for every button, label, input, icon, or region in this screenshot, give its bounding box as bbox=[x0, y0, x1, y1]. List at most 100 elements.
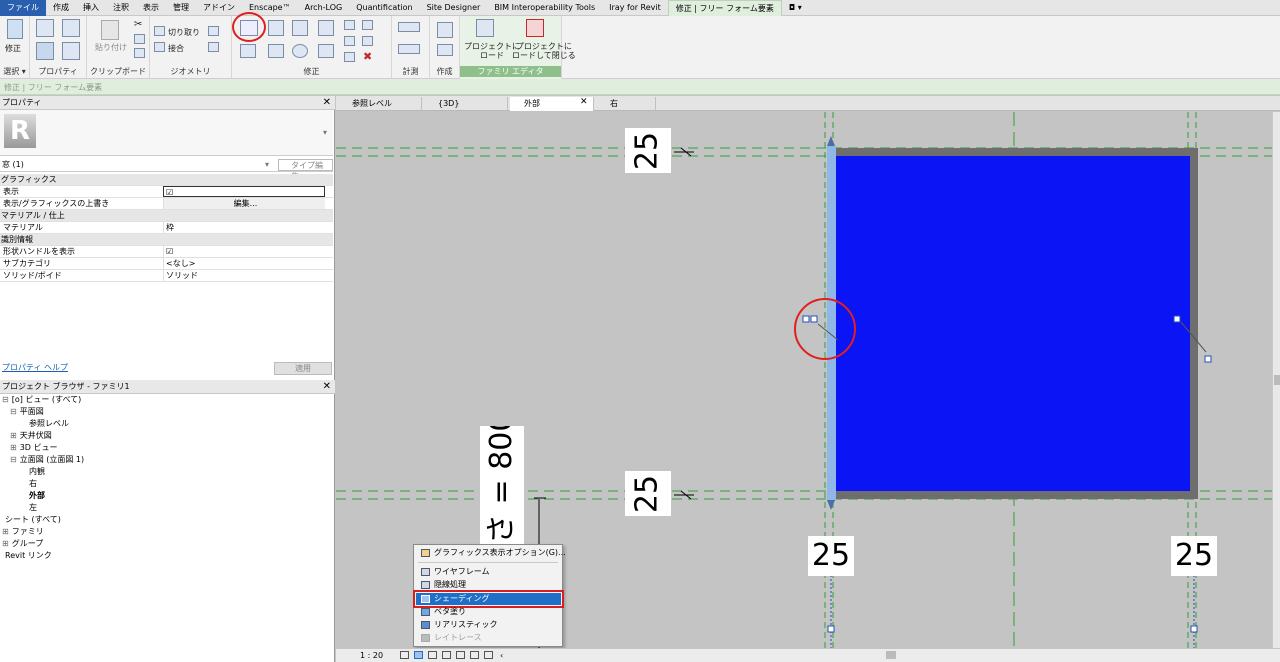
tree-toggle-icon[interactable]: ⊞ bbox=[10, 431, 17, 440]
tree-toggle-icon[interactable]: ⊟ bbox=[10, 455, 17, 464]
tab-insert[interactable]: 挿入 bbox=[76, 0, 106, 16]
tab-iray[interactable]: Iray for Revit bbox=[602, 0, 668, 16]
create-group-icon[interactable] bbox=[437, 44, 453, 56]
paste-icon[interactable] bbox=[101, 20, 119, 40]
subcategory-value[interactable]: <なし> bbox=[163, 258, 325, 269]
dimension-bottom-b[interactable]: 25 bbox=[1171, 536, 1217, 576]
dimension-mid-left[interactable]: 25 bbox=[625, 471, 671, 516]
load-into-project-icon[interactable] bbox=[476, 19, 494, 37]
scale-icon[interactable] bbox=[362, 36, 373, 46]
tab-manage[interactable]: 管理 bbox=[166, 0, 196, 16]
shadows-icon[interactable] bbox=[442, 651, 451, 659]
tab-view-right[interactable]: 右 bbox=[596, 97, 656, 111]
split-icon[interactable] bbox=[344, 20, 355, 30]
array-icon[interactable] bbox=[344, 36, 355, 46]
apply-button[interactable]: 適用 bbox=[274, 362, 332, 375]
dimension-height[interactable]: さ = 800 bbox=[480, 426, 524, 550]
family-category-icon[interactable] bbox=[62, 19, 80, 37]
browser-item[interactable]: ⊟ 平面図 bbox=[10, 406, 44, 418]
types-icon[interactable] bbox=[62, 42, 80, 60]
cut-icon[interactable]: ✂ bbox=[134, 19, 142, 30]
sun-path-icon[interactable] bbox=[428, 651, 437, 659]
horizontal-scroll-thumb[interactable] bbox=[886, 651, 896, 659]
paint-icon[interactable] bbox=[208, 42, 219, 52]
modify-arrow-icon[interactable] bbox=[7, 19, 23, 39]
dimension-icon[interactable] bbox=[398, 44, 420, 54]
browser-item[interactable]: ⊟ [o] ビュー (すべて) bbox=[2, 394, 81, 406]
instance-filter[interactable]: 窓 (1) ▾ タイプ編集 bbox=[0, 158, 333, 181]
visible-checkbox[interactable]: ☑ bbox=[163, 186, 325, 197]
tab-addins[interactable]: アドイン bbox=[196, 0, 242, 16]
detail-level-icon[interactable] bbox=[400, 651, 409, 659]
chevron-left-icon[interactable]: ‹ bbox=[500, 649, 503, 662]
visual-style-icon[interactable] bbox=[414, 651, 423, 659]
copy-element-icon[interactable] bbox=[268, 44, 284, 58]
handles-checkbox[interactable]: ☑ bbox=[163, 246, 325, 257]
lock-icon[interactable] bbox=[810, 315, 818, 323]
dimension-top-left[interactable]: 25 bbox=[625, 128, 671, 173]
rotate-icon[interactable] bbox=[292, 44, 308, 58]
cut-geometry-label[interactable]: 切り取り bbox=[168, 27, 200, 38]
tree-toggle-icon[interactable]: ⊞ bbox=[2, 527, 9, 536]
tree-toggle-icon[interactable]: ⊟ bbox=[2, 395, 9, 404]
lock-icon[interactable] bbox=[802, 315, 810, 323]
properties-help-link[interactable]: プロパティ ヘルプ bbox=[2, 362, 68, 373]
copy-icon[interactable] bbox=[134, 34, 145, 44]
mirror-draw-icon[interactable] bbox=[318, 20, 334, 36]
edit-override-button[interactable]: 編集... bbox=[163, 198, 325, 209]
load-and-close-label[interactable]: プロジェクトに ロードして閉じる bbox=[512, 42, 576, 60]
browser-item[interactable]: ⊞ 天井伏図 bbox=[10, 430, 52, 442]
create-similar-icon[interactable] bbox=[437, 22, 453, 38]
browser-item[interactable]: ⊟ 立面図 (立面図 1) bbox=[10, 454, 84, 466]
browser-item[interactable]: ⊞ 3D ビュー bbox=[10, 442, 58, 454]
browser-item[interactable]: Revit リンク bbox=[2, 550, 52, 562]
browser-item[interactable]: シート (すべて) bbox=[2, 514, 61, 526]
window-glass[interactable] bbox=[836, 156, 1190, 491]
tab-annotate[interactable]: 注釈 bbox=[106, 0, 136, 16]
unpin-icon[interactable] bbox=[362, 20, 373, 30]
browser-item[interactable]: 内観 bbox=[26, 466, 45, 478]
tree-toggle-icon[interactable]: ⊞ bbox=[10, 443, 17, 452]
browser-item[interactable]: 左 bbox=[26, 502, 37, 514]
scale-value[interactable]: 1 : 20 bbox=[360, 649, 383, 662]
dimension-bottom-a[interactable]: 25 bbox=[808, 536, 854, 576]
tab-create[interactable]: 作成 bbox=[46, 0, 76, 16]
move-icon[interactable] bbox=[240, 44, 256, 58]
tab-view[interactable]: 表示 bbox=[136, 0, 166, 16]
group-label-select[interactable]: 選択 ▾ bbox=[0, 66, 29, 77]
lock-icon[interactable] bbox=[827, 625, 835, 633]
chevron-down-icon[interactable]: ▾ bbox=[323, 128, 327, 137]
join-label[interactable]: 接合 bbox=[168, 43, 184, 54]
filter-dropdown-icon[interactable]: ▾ bbox=[265, 158, 269, 172]
properties-icon[interactable] bbox=[36, 42, 54, 60]
prop-category-material[interactable]: マテリアル / 仕上 bbox=[0, 210, 333, 222]
edit-type-button[interactable]: タイプ編集 bbox=[278, 159, 333, 181]
scroll-thumb[interactable] bbox=[1274, 375, 1280, 385]
close-icon[interactable]: ✕ bbox=[323, 380, 331, 394]
browser-item[interactable]: ⊞ ファミリ bbox=[2, 526, 44, 538]
lock-icon[interactable] bbox=[1190, 625, 1198, 633]
tab-extra-icon[interactable]: ◘ ▾ bbox=[782, 0, 809, 16]
browser-item[interactable]: ⊞ グループ bbox=[2, 538, 43, 550]
selected-edge[interactable] bbox=[827, 146, 836, 501]
browser-item[interactable]: 外部 bbox=[26, 490, 45, 502]
material-value[interactable]: 枠 bbox=[163, 222, 325, 233]
cope-icon[interactable] bbox=[154, 26, 165, 36]
modify-button-label[interactable]: 修正 bbox=[5, 43, 21, 54]
hide-isolate-icon[interactable] bbox=[484, 651, 493, 659]
crop-view-icon[interactable] bbox=[456, 651, 465, 659]
shape-handle-top[interactable] bbox=[827, 136, 835, 146]
tab-archlog[interactable]: Arch-LOG bbox=[298, 0, 350, 16]
offset-icon[interactable] bbox=[268, 20, 284, 36]
tree-toggle-icon[interactable]: ⊞ bbox=[2, 539, 9, 548]
family-types-icon[interactable] bbox=[36, 19, 54, 37]
type-selector[interactable]: R ▾ bbox=[0, 110, 333, 156]
prop-category-identity[interactable]: 識別情報 bbox=[0, 234, 333, 246]
shape-handle-bottom[interactable] bbox=[827, 500, 835, 510]
menu-item-consistent-colors[interactable]: ベタ塗り bbox=[416, 606, 561, 618]
tab-bim-interop[interactable]: BIM Interoperability Tools bbox=[487, 0, 602, 16]
menu-item-realistic[interactable]: リアリスティック bbox=[416, 619, 561, 631]
browser-item[interactable]: 参照レベル bbox=[26, 418, 69, 430]
tab-quantification[interactable]: Quantification bbox=[349, 0, 419, 16]
tab-file[interactable]: ファイル bbox=[0, 0, 46, 16]
